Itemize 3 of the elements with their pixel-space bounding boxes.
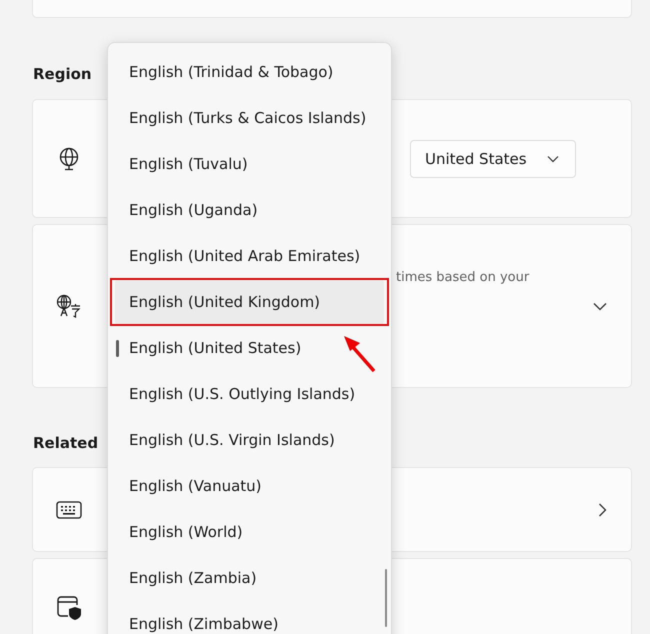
section-heading: Region xyxy=(33,64,92,85)
setting-description: times based on your xyxy=(396,270,530,284)
section-heading: Related xyxy=(33,433,98,454)
